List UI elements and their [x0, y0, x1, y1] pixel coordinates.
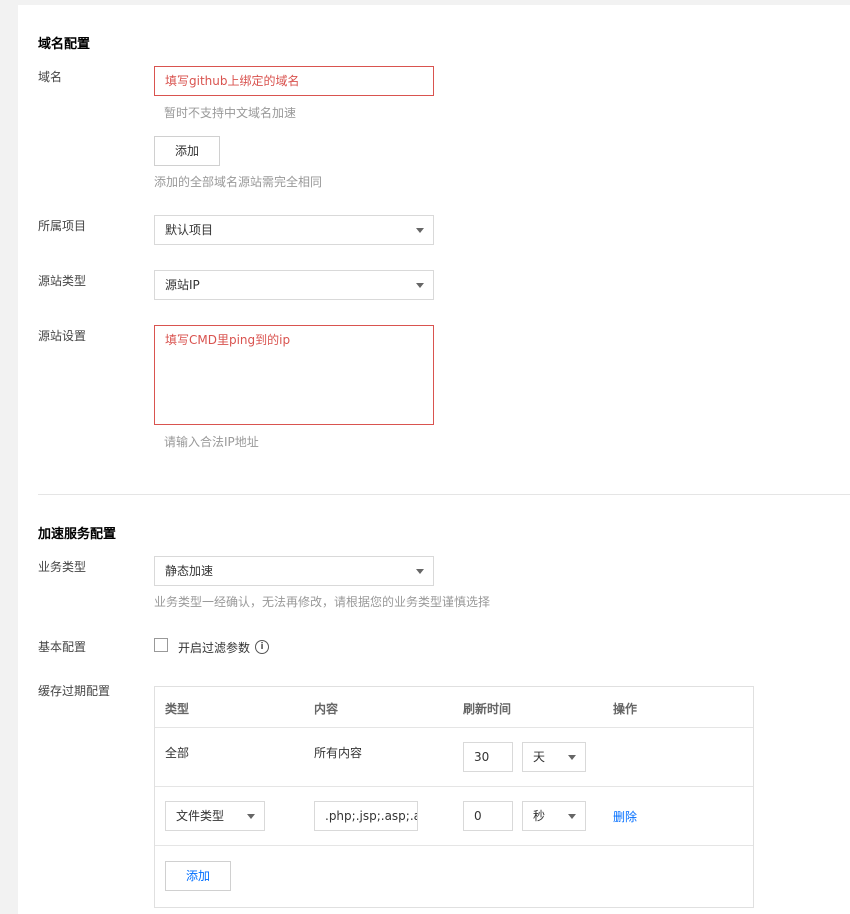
row1-type: 全部 — [165, 746, 190, 760]
add-domain-hint: 添加的全部域名源站需完全相同 — [154, 175, 323, 189]
origin-type-select-value: 源站IP — [165, 278, 200, 292]
row2-type-select[interactable]: 文件类型 — [165, 801, 265, 831]
row2-time-input[interactable]: 0 — [463, 801, 513, 831]
row2-content-input[interactable]: .php;.jsp;.asp;.aspx — [314, 801, 418, 831]
section-title-domain: 域名配置 — [38, 37, 91, 52]
row1-unit-value: 天 — [533, 750, 546, 764]
cache-table: 类型 内容 刷新时间 操作 全部 所有内容 30 天 文件类型 .php;.js… — [154, 686, 754, 908]
project-select[interactable]: 默认项目 — [154, 215, 434, 245]
project-label: 所属项目 — [38, 219, 87, 233]
row1-content: 所有内容 — [314, 746, 363, 760]
filter-params-checkbox[interactable] — [154, 638, 168, 652]
cache-expire-label: 缓存过期配置 — [38, 684, 111, 698]
domain-hint: 暂时不支持中文域名加速 — [164, 106, 297, 120]
chevron-down-icon — [568, 755, 576, 760]
filter-params-label: 开启过滤参数 — [178, 641, 251, 655]
origin-type-label: 源站类型 — [38, 274, 87, 288]
table-header-refresh-time: 刷新时间 — [463, 702, 512, 716]
business-type-select-value: 静态加速 — [165, 564, 214, 578]
domain-label: 域名 — [38, 70, 63, 84]
chevron-down-icon — [247, 814, 255, 819]
chevron-down-icon — [568, 814, 576, 819]
origin-setting-textarea[interactable]: 填写CMD里ping到的ip — [154, 325, 434, 425]
origin-setting-hint: 请输入合法IP地址 — [164, 435, 259, 449]
project-select-value: 默认项目 — [165, 223, 214, 237]
add-cache-rule-button[interactable]: 添加 — [165, 861, 231, 891]
table-header-action: 操作 — [613, 702, 638, 716]
section-title-accel: 加速服务配置 — [38, 527, 117, 542]
table-divider — [155, 845, 753, 846]
row2-unit-select[interactable]: 秒 — [522, 801, 586, 831]
row1-time-input[interactable]: 30 — [463, 742, 513, 772]
config-panel: 域名配置 域名 填写github上绑定的域名 暂时不支持中文域名加速 添加 添加… — [18, 5, 850, 914]
row2-unit-value: 秒 — [533, 809, 546, 823]
row2-delete-link[interactable]: 删除 — [613, 808, 637, 825]
table-divider — [155, 786, 753, 787]
row2-type-value: 文件类型 — [176, 809, 225, 823]
table-header-type: 类型 — [165, 702, 190, 716]
basic-config-label: 基本配置 — [38, 640, 87, 654]
business-type-hint: 业务类型一经确认，无法再修改，请根据您的业务类型谨慎选择 — [154, 595, 491, 609]
business-type-label: 业务类型 — [38, 560, 87, 574]
section-divider — [38, 494, 850, 495]
chevron-down-icon — [416, 569, 424, 574]
domain-input[interactable]: 填写github上绑定的域名 — [154, 66, 434, 96]
add-domain-button[interactable]: 添加 — [154, 136, 220, 166]
business-type-select[interactable]: 静态加速 — [154, 556, 434, 586]
origin-setting-label: 源站设置 — [38, 329, 87, 343]
table-divider — [155, 727, 753, 728]
origin-type-select[interactable]: 源站IP — [154, 270, 434, 300]
row1-unit-select[interactable]: 天 — [522, 742, 586, 772]
table-header-content: 内容 — [314, 702, 339, 716]
chevron-down-icon — [416, 283, 424, 288]
chevron-down-icon — [416, 228, 424, 233]
info-icon[interactable]: i — [255, 640, 269, 654]
